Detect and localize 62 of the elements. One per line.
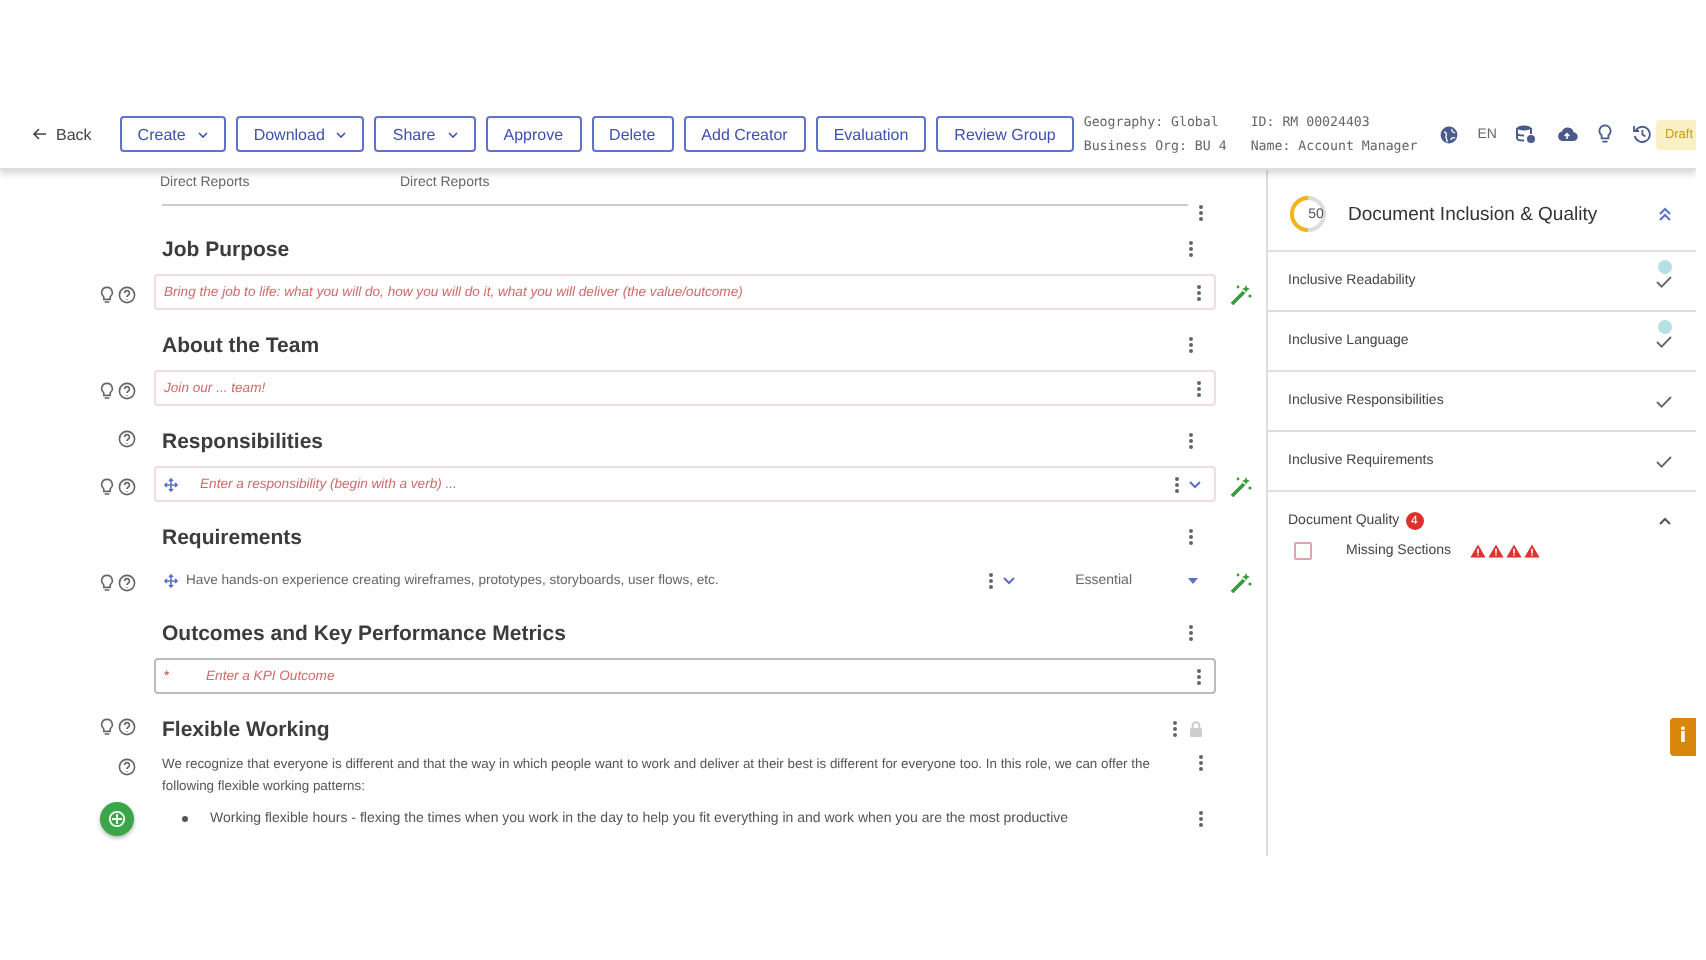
lightbulb-icon[interactable] xyxy=(100,381,114,399)
section-heading: Job Purpose xyxy=(162,237,290,261)
more-options-icon[interactable] xyxy=(1172,720,1178,738)
toolbar-button[interactable]: Create xyxy=(119,116,226,152)
bullet-dot xyxy=(182,816,188,822)
move-icon[interactable] xyxy=(164,573,178,587)
help-icon[interactable] xyxy=(118,758,136,776)
cloud-upload-icon[interactable] xyxy=(1556,126,1579,142)
lightbulb-icon[interactable] xyxy=(100,573,114,591)
section-heading: Flexible Working xyxy=(162,717,330,741)
more-options-icon[interactable] xyxy=(1198,754,1204,772)
toolbar-button[interactable]: Share xyxy=(374,116,476,152)
toolbar-button[interactable]: Evaluation xyxy=(815,116,927,152)
score-ring-icon xyxy=(1288,194,1328,234)
collapse-icon[interactable] xyxy=(1658,206,1672,222)
chevron-down-icon[interactable] xyxy=(1188,479,1202,489)
section-heading: Outcomes and Key Performance Metrics xyxy=(162,621,566,645)
magic-wand-icon[interactable] xyxy=(1230,571,1252,593)
lightbulb-icon[interactable] xyxy=(100,285,114,303)
help-icon[interactable] xyxy=(118,717,136,735)
more-options-icon[interactable] xyxy=(1196,283,1202,301)
magic-wand-icon[interactable] xyxy=(1230,283,1252,305)
assistant-button[interactable] xyxy=(100,802,134,836)
chevron-up-icon[interactable] xyxy=(1658,516,1672,526)
panel-title: Document Inclusion & Quality xyxy=(1348,203,1600,225)
more-options-icon[interactable] xyxy=(1188,624,1194,642)
move-icon[interactable] xyxy=(164,477,178,491)
database-icon[interactable] xyxy=(1516,124,1537,144)
toolbar-button[interactable]: Approve xyxy=(485,116,582,152)
more-options-icon[interactable] xyxy=(1196,667,1202,685)
more-options-icon[interactable] xyxy=(1188,432,1194,450)
more-options-icon[interactable] xyxy=(1188,528,1194,546)
dropdown-caret-icon xyxy=(1188,577,1198,583)
toolbar-button[interactable]: Review Group xyxy=(936,116,1074,152)
help-icon[interactable] xyxy=(118,477,136,495)
more-options-icon[interactable] xyxy=(1188,336,1194,354)
lightbulb-icon[interactable] xyxy=(100,717,114,735)
section-heading: Requirements xyxy=(162,525,303,549)
chevron-down-icon[interactable] xyxy=(1001,575,1016,585)
toolbar-button[interactable]: Delete xyxy=(591,116,674,152)
section-heading: About the Team xyxy=(162,333,320,357)
checkbox[interactable] xyxy=(1294,542,1312,560)
magic-wand-icon[interactable] xyxy=(1230,475,1252,497)
toolbar-button[interactable]: Add Creator xyxy=(683,116,806,152)
more-options-icon[interactable] xyxy=(1196,379,1202,397)
section-heading: Responsibilities xyxy=(162,429,324,453)
help-icon[interactable] xyxy=(118,285,136,303)
lightbulb-icon[interactable] xyxy=(1598,124,1613,144)
more-options-icon[interactable] xyxy=(1174,475,1180,493)
back-button[interactable]: Back xyxy=(0,100,108,168)
help-icon[interactable] xyxy=(118,573,136,591)
history-icon[interactable] xyxy=(1632,124,1653,144)
more-options-icon[interactable] xyxy=(1198,810,1204,828)
help-icon[interactable] xyxy=(118,429,136,447)
lightbulb-icon[interactable] xyxy=(100,477,114,495)
toolbar-button[interactable]: Download xyxy=(235,116,365,152)
more-options-icon[interactable] xyxy=(987,571,994,589)
back-arrow-icon xyxy=(32,128,46,140)
more-options-icon[interactable] xyxy=(1188,240,1194,258)
help-icon[interactable] xyxy=(118,381,136,399)
globe-icon[interactable] xyxy=(1439,125,1458,143)
more-options-icon[interactable] xyxy=(1198,204,1204,222)
